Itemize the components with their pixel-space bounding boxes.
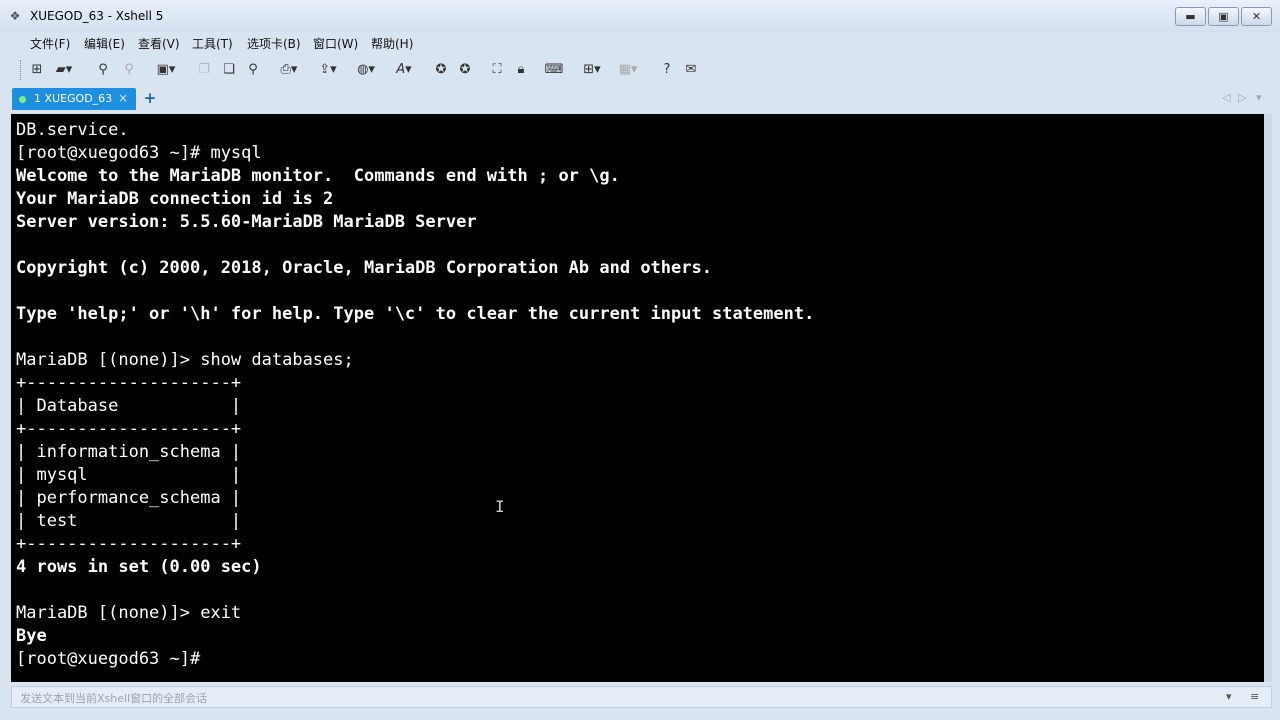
paste-icon[interactable]: ❏ bbox=[220, 60, 238, 80]
open-folder-icon[interactable]: ▰▾ bbox=[52, 60, 76, 80]
layout-icon[interactable]: ▦▾ bbox=[614, 60, 642, 80]
tab-close-icon[interactable]: × bbox=[118, 91, 128, 105]
terminal-line: Welcome to the MariaDB monitor. Commands… bbox=[16, 166, 620, 186]
terminal-line: Your MariaDB connection id is 2 bbox=[16, 189, 334, 209]
add-button-icon[interactable]: ⊞▾ bbox=[578, 60, 606, 80]
menu-view[interactable]: 查看(V) bbox=[138, 35, 180, 52]
terminal-line: MariaDB [(none)]> show databases; bbox=[16, 350, 354, 370]
terminal-line: Copyright (c) 2000, 2018, Oracle, MariaD… bbox=[16, 258, 712, 278]
terminal-line: +--------------------+ bbox=[16, 373, 242, 393]
terminal-line: Bye bbox=[16, 626, 47, 646]
menu-tools[interactable]: 工具(T) bbox=[192, 35, 233, 52]
toolbar-grip[interactable] bbox=[20, 60, 24, 80]
terminal-line: MariaDB [(none)]> exit bbox=[16, 603, 242, 623]
status-bar bbox=[0, 709, 1280, 720]
globe-icon[interactable]: ◍▾ bbox=[352, 60, 380, 80]
menu-edit[interactable]: 编辑(E) bbox=[84, 35, 125, 52]
transfer-icon[interactable]: ⇪▾ bbox=[314, 60, 342, 80]
terminal-line: [root@xuegod63 ~]# mysql bbox=[16, 143, 262, 163]
terminal-line: [root@xuegod63 ~]# bbox=[16, 649, 201, 669]
terminal[interactable]: DB.service. [root@xuegod63 ~]# mysql Wel… bbox=[11, 114, 1272, 682]
maximize-button[interactable]: ▣ bbox=[1208, 7, 1239, 26]
lock-icon[interactable]: 🔒︎ bbox=[512, 60, 530, 80]
app-icon[interactable]: ❖ bbox=[8, 9, 22, 23]
help-icon[interactable]: ? bbox=[658, 60, 676, 80]
tab-bar: 1 XUEGOD_63 × + ◁ ▷ ▾ bbox=[0, 86, 1280, 112]
menu-file[interactable]: 文件(F) bbox=[30, 35, 70, 52]
connect-icon[interactable]: ⚲ bbox=[94, 60, 112, 80]
terminal-line: | information_schema | bbox=[16, 442, 242, 462]
keyboard-icon[interactable]: ⌨ bbox=[544, 60, 564, 80]
window-title: XUEGOD_63 - Xshell 5 bbox=[30, 9, 164, 23]
menu-tabs[interactable]: 选项卡(B) bbox=[247, 35, 301, 52]
terminal-line: | performance_schema | bbox=[16, 488, 242, 508]
new-session-icon[interactable]: ⊞ bbox=[28, 60, 46, 80]
tab-menu-icon[interactable]: ▾ bbox=[1256, 91, 1262, 104]
font-icon[interactable]: A▾ bbox=[390, 60, 418, 80]
terminal-line: Type 'help;' or '\h' for help. Type '\c'… bbox=[16, 304, 815, 324]
terminal-line: DB.service. bbox=[16, 120, 129, 140]
disconnect-icon[interactable]: ⚲ bbox=[120, 60, 138, 80]
search-icon[interactable]: ⚲ bbox=[244, 60, 262, 80]
terminal-line: | test | bbox=[16, 511, 242, 531]
terminal-line: +--------------------+ bbox=[16, 419, 242, 439]
print-icon[interactable]: ⎙▾ bbox=[276, 60, 302, 80]
ibeam-cursor-icon: I bbox=[495, 497, 505, 516]
terminal-line: +--------------------+ bbox=[16, 534, 242, 554]
tab-prev-icon[interactable]: ◁ bbox=[1222, 91, 1230, 104]
compose-dropdown-icon[interactable]: ▾ bbox=[1226, 690, 1232, 703]
menu-bar: 文件(F) 编辑(E) 查看(V) 工具(T) 选项卡(B) 窗口(W) 帮助(… bbox=[0, 32, 1280, 54]
connected-status-icon bbox=[19, 96, 26, 103]
add-tab-button[interactable]: + bbox=[141, 89, 159, 107]
minimize-button[interactable]: ▬ bbox=[1175, 7, 1206, 26]
terminal-line: 4 rows in set (0.00 sec) bbox=[16, 557, 262, 577]
toolbar: ⊞ ▰▾ ⚲ ⚲ ▣▾ ❐ ❏ ⚲ ⎙▾ ⇪▾ ◍▾ A▾ ✪ ✪ ⛶ 🔒︎ ⌨… bbox=[0, 56, 1280, 84]
terminal-line: | mysql | bbox=[16, 465, 242, 485]
tab-next-icon[interactable]: ▷ bbox=[1238, 91, 1246, 104]
fullscreen-icon[interactable]: ⛶ bbox=[488, 60, 506, 80]
menu-window[interactable]: 窗口(W) bbox=[313, 35, 358, 52]
tab-xuegod63[interactable]: 1 XUEGOD_63 × bbox=[12, 88, 136, 110]
properties-icon[interactable]: ▣▾ bbox=[152, 60, 180, 80]
compose-bar-placeholder: 发送文本到当前Xshell窗口的全部会话 bbox=[20, 692, 208, 705]
terminal-scrollbar[interactable] bbox=[1264, 114, 1272, 682]
title-bar: ❖ XUEGOD_63 - Xshell 5 ▬ ▣ ✕ bbox=[0, 0, 1280, 32]
compose-menu-icon[interactable]: ≡ bbox=[1250, 690, 1259, 703]
close-button[interactable]: ✕ bbox=[1241, 7, 1272, 26]
menu-help[interactable]: 帮助(H) bbox=[371, 35, 413, 52]
terminal-line: Server version: 5.5.60-MariaDB MariaDB S… bbox=[16, 212, 477, 232]
terminal-line: | Database | bbox=[16, 396, 242, 416]
xagent-icon[interactable]: ✪ bbox=[456, 60, 474, 80]
tab-label: 1 XUEGOD_63 bbox=[34, 92, 113, 105]
copy-icon[interactable]: ❐ bbox=[196, 60, 212, 80]
chat-icon[interactable]: ✉ bbox=[682, 60, 700, 80]
compose-bar[interactable]: 发送文本到当前Xshell窗口的全部会话 ▾ ≡ bbox=[11, 686, 1272, 708]
xftp-icon[interactable]: ✪ bbox=[432, 60, 450, 80]
